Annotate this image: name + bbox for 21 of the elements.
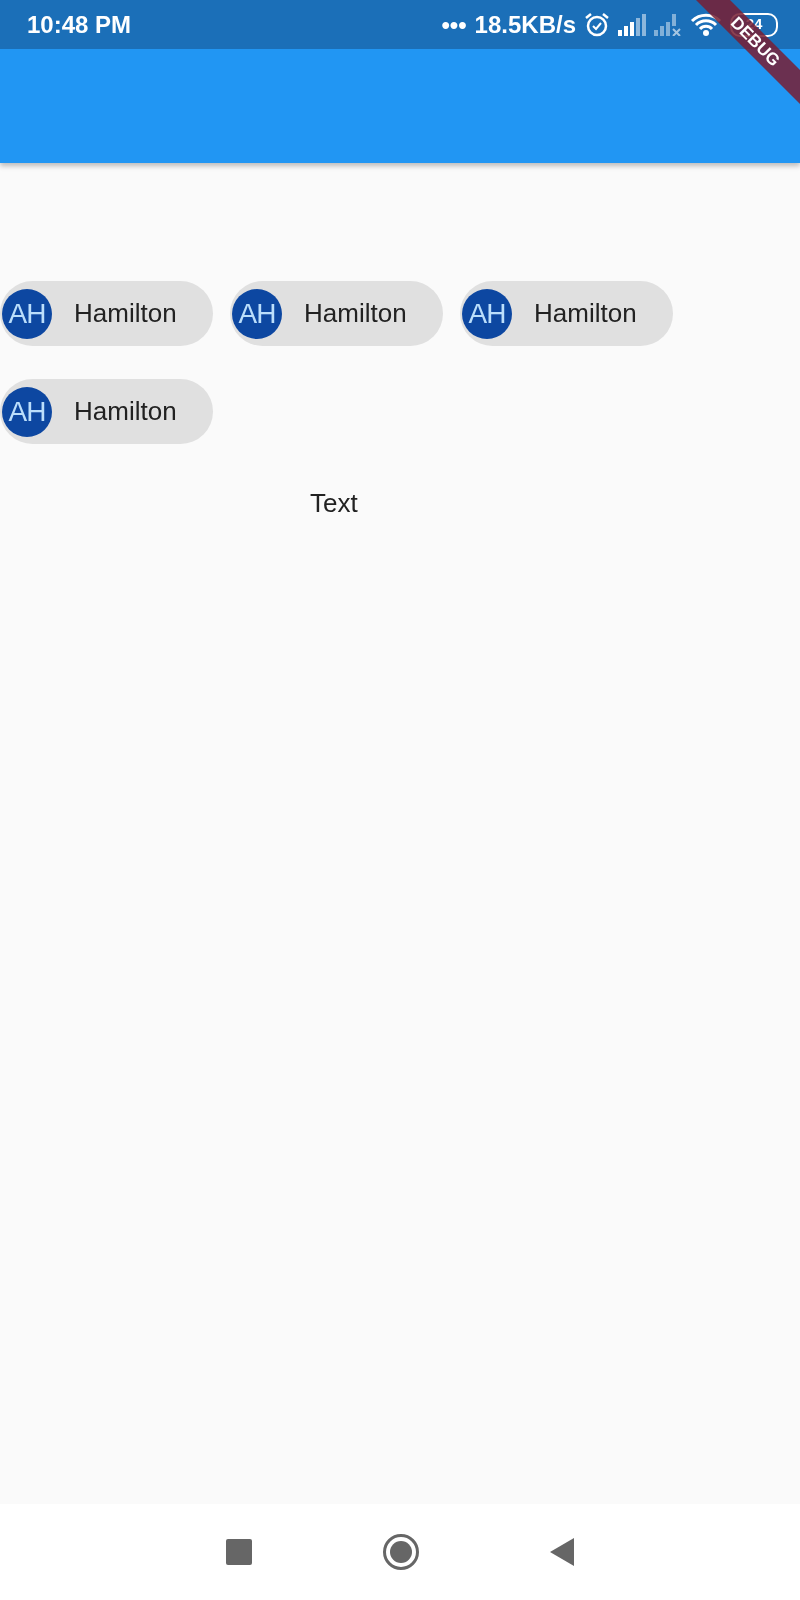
chip-label: Hamilton: [304, 297, 407, 330]
chip-label: Hamilton: [534, 297, 637, 330]
name-chip[interactable]: AH Hamilton: [0, 281, 213, 346]
avatar: AH: [462, 288, 512, 339]
home-icon[interactable]: [382, 1533, 420, 1571]
status-time: 10:48 PM: [27, 9, 132, 40]
avatar: AH: [232, 288, 282, 339]
body-text: Text: [310, 487, 358, 520]
name-chip[interactable]: AH Hamilton: [230, 281, 443, 346]
avatar: AH: [2, 288, 52, 339]
status-dots: •••: [441, 9, 467, 40]
chip-label: Hamilton: [74, 395, 177, 428]
signal-icon: [618, 13, 646, 36]
no-signal-icon: [654, 13, 682, 36]
name-chip[interactable]: AH Hamilton: [0, 379, 213, 444]
back-icon[interactable]: [550, 1538, 574, 1566]
chip-label: Hamilton: [74, 297, 177, 330]
avatar: AH: [2, 386, 52, 437]
network-speed: 18.5KB/s: [474, 9, 576, 40]
name-chip[interactable]: AH Hamilton: [460, 281, 673, 346]
alarm-icon: [584, 11, 610, 38]
